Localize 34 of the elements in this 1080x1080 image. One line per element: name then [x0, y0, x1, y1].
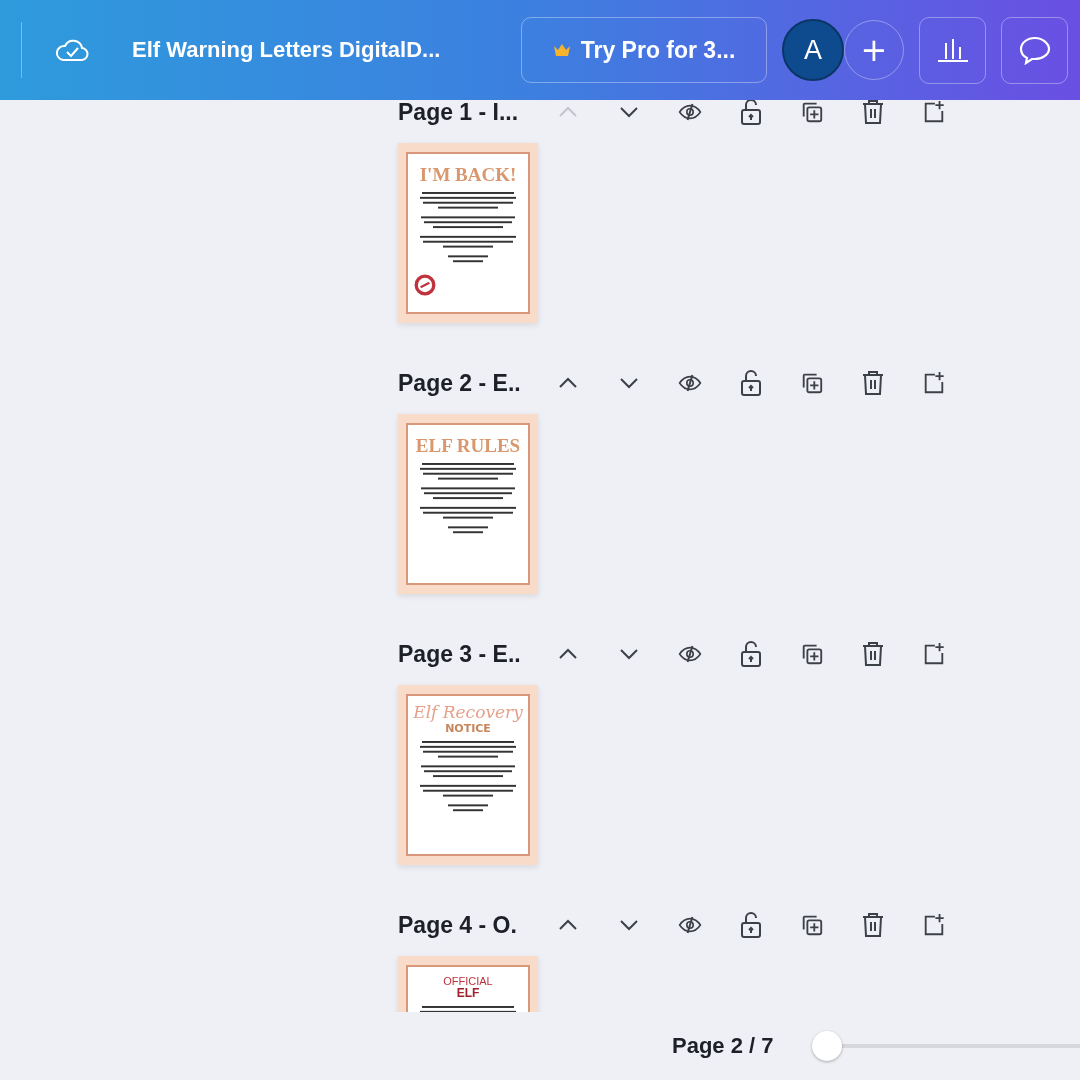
- trash-icon[interactable]: [861, 100, 885, 125]
- thumbnail-heading: Elf Recovery: [413, 702, 523, 722]
- page-thumbnail[interactable]: OFFICIAL ELF: [398, 956, 538, 1012]
- add-page-icon[interactable]: [922, 641, 946, 667]
- unlocked-padlock-icon[interactable]: [739, 640, 763, 668]
- unlocked-padlock-icon[interactable]: [739, 369, 763, 397]
- comment-button[interactable]: [1001, 16, 1068, 84]
- thumbnail-heading: OFFICIAL: [443, 975, 493, 988]
- page-title[interactable]: Page 3 - E..: [398, 640, 538, 668]
- add-page-icon[interactable]: [922, 912, 946, 938]
- page-title[interactable]: Page 1 - I...: [398, 100, 538, 126]
- thumbnail-heading: ELF: [456, 987, 480, 1001]
- crown-icon: [552, 43, 571, 57]
- thumbnail-heading: NOTICE: [445, 722, 491, 735]
- slider-thumb[interactable]: [811, 1031, 842, 1061]
- speech-bubble-icon: [1017, 35, 1052, 65]
- add-page-icon[interactable]: [922, 370, 946, 396]
- page-title[interactable]: Page 2 - E..: [398, 369, 538, 397]
- thumbnail-heading: ELF RULES: [415, 435, 521, 457]
- bar-chart-icon: [935, 37, 970, 63]
- try-pro-button[interactable]: Try Pro for 3...: [521, 17, 767, 83]
- page-title[interactable]: Page 4 - O.: [398, 911, 538, 939]
- unlocked-padlock-icon[interactable]: [739, 911, 763, 939]
- add-page-icon[interactable]: [922, 100, 946, 125]
- trash-icon[interactable]: [861, 641, 885, 667]
- duplicate-icon[interactable]: [800, 100, 824, 125]
- unlocked-padlock-icon[interactable]: [739, 100, 763, 126]
- thumbnail-heading: I'M BACK!: [419, 164, 517, 186]
- avatar[interactable]: A: [782, 19, 844, 81]
- document-title[interactable]: Elf Warning Letters DigitalD...: [132, 37, 502, 63]
- insights-button[interactable]: [919, 16, 986, 84]
- trash-icon[interactable]: [861, 370, 885, 396]
- page-indicator: Page 2 / 7: [672, 1033, 774, 1059]
- trash-icon[interactable]: [861, 912, 885, 938]
